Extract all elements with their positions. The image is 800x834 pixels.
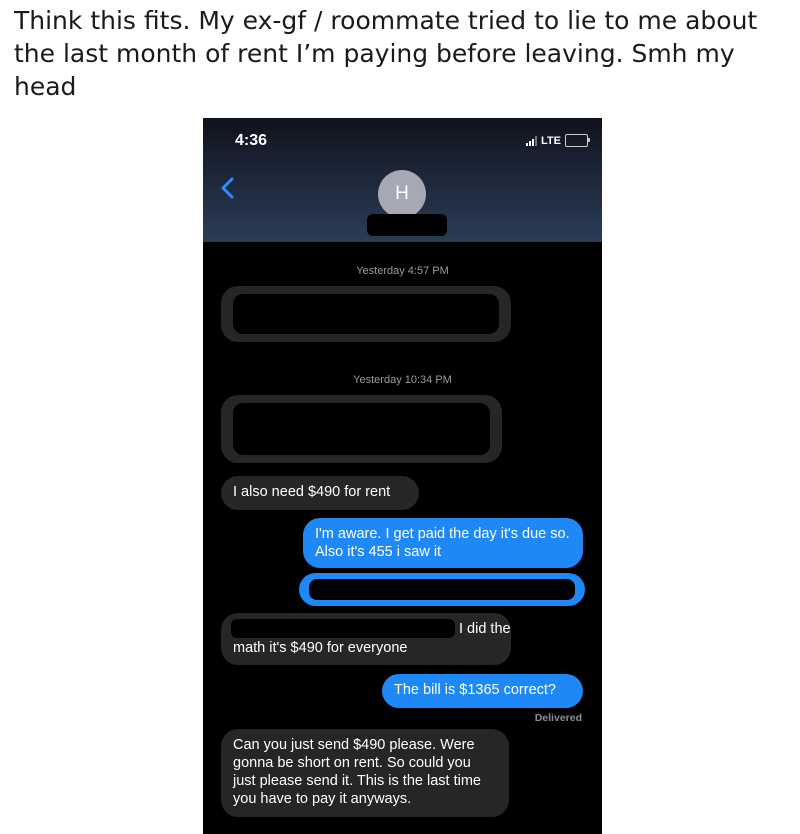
- message-bubble-sent: The bill is $1365 correct?: [382, 674, 583, 708]
- avatar-initial: H: [395, 183, 409, 204]
- message-bubble-received: I also need $490 for rent: [221, 476, 419, 510]
- phone-screenshot: 4:36 LTE H Yesterday 4:57 PM Yesterday 1…: [203, 118, 602, 834]
- back-chevron-icon[interactable]: [217, 174, 241, 202]
- redacted-message-bubble-sent: [299, 573, 585, 606]
- redacted-message-bubble: [221, 395, 502, 463]
- redaction-bar: [233, 403, 490, 455]
- message-text-line: I did the: [459, 621, 511, 637]
- status-time: 4:36: [235, 132, 268, 149]
- message-text-line: math it's $490 for everyone: [233, 640, 408, 656]
- timestamp: Yesterday 4:57 PM: [356, 265, 449, 277]
- signal-icon: [526, 135, 538, 146]
- message-bubble-sent: I'm aware. I get paid the day it's due s…: [303, 518, 583, 568]
- redaction-bar: [309, 579, 575, 600]
- status-indicators: LTE: [526, 134, 590, 147]
- network-label: LTE: [541, 134, 561, 147]
- message-bubble-received: I did the math it's $490 for everyone: [221, 613, 511, 665]
- timestamp: Yesterday 10:34 PM: [353, 374, 452, 386]
- redacted-message-bubble: [221, 286, 511, 342]
- post-caption: Think this fits. My ex-gf / roommate tri…: [14, 6, 758, 101]
- redacted-contact-name: [367, 214, 447, 236]
- redaction-bar: [231, 619, 455, 638]
- battery-icon: [565, 134, 590, 147]
- contact-avatar[interactable]: H: [378, 170, 426, 218]
- redaction-bar: [233, 294, 499, 334]
- delivered-status: Delivered: [534, 712, 582, 724]
- message-bubble-received: Can you just send $490 please. Were gonn…: [221, 729, 509, 817]
